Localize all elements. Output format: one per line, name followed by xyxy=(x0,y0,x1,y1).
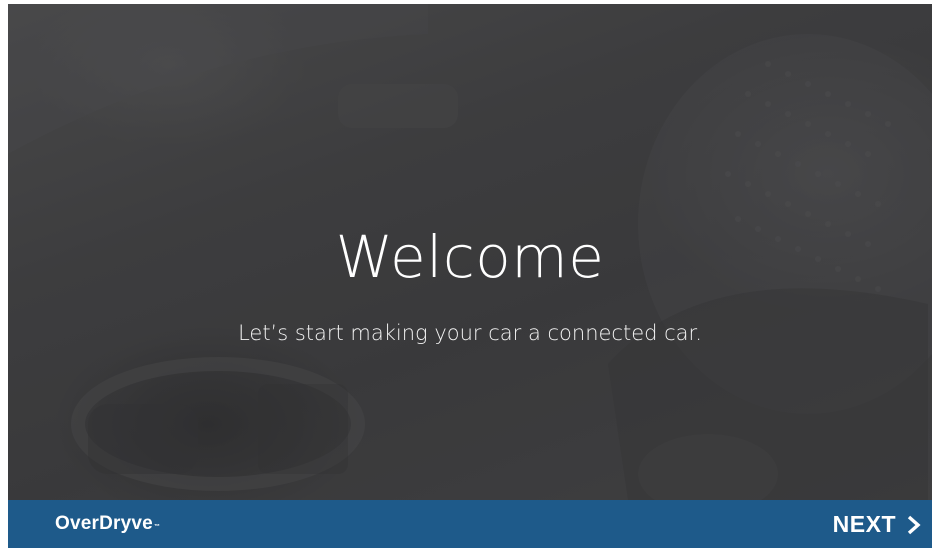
welcome-subtitle: Let’s start making your car a connected … xyxy=(238,321,702,345)
welcome-title: Welcome xyxy=(335,223,605,291)
chevron-right-icon xyxy=(906,514,922,535)
welcome-screen: Welcome Let’s start making your car a co… xyxy=(8,4,932,548)
next-button[interactable]: NEXT xyxy=(833,509,922,539)
trademark-symbol: ™ xyxy=(153,524,161,530)
next-label: NEXT xyxy=(832,510,896,537)
brand-name: OverDryve xyxy=(55,513,153,534)
footer-bar: OverDryve™ NEXT xyxy=(8,500,932,548)
hero-background: Welcome Let’s start making your car a co… xyxy=(8,4,932,500)
brand-logo: OverDryve™ xyxy=(55,513,160,535)
